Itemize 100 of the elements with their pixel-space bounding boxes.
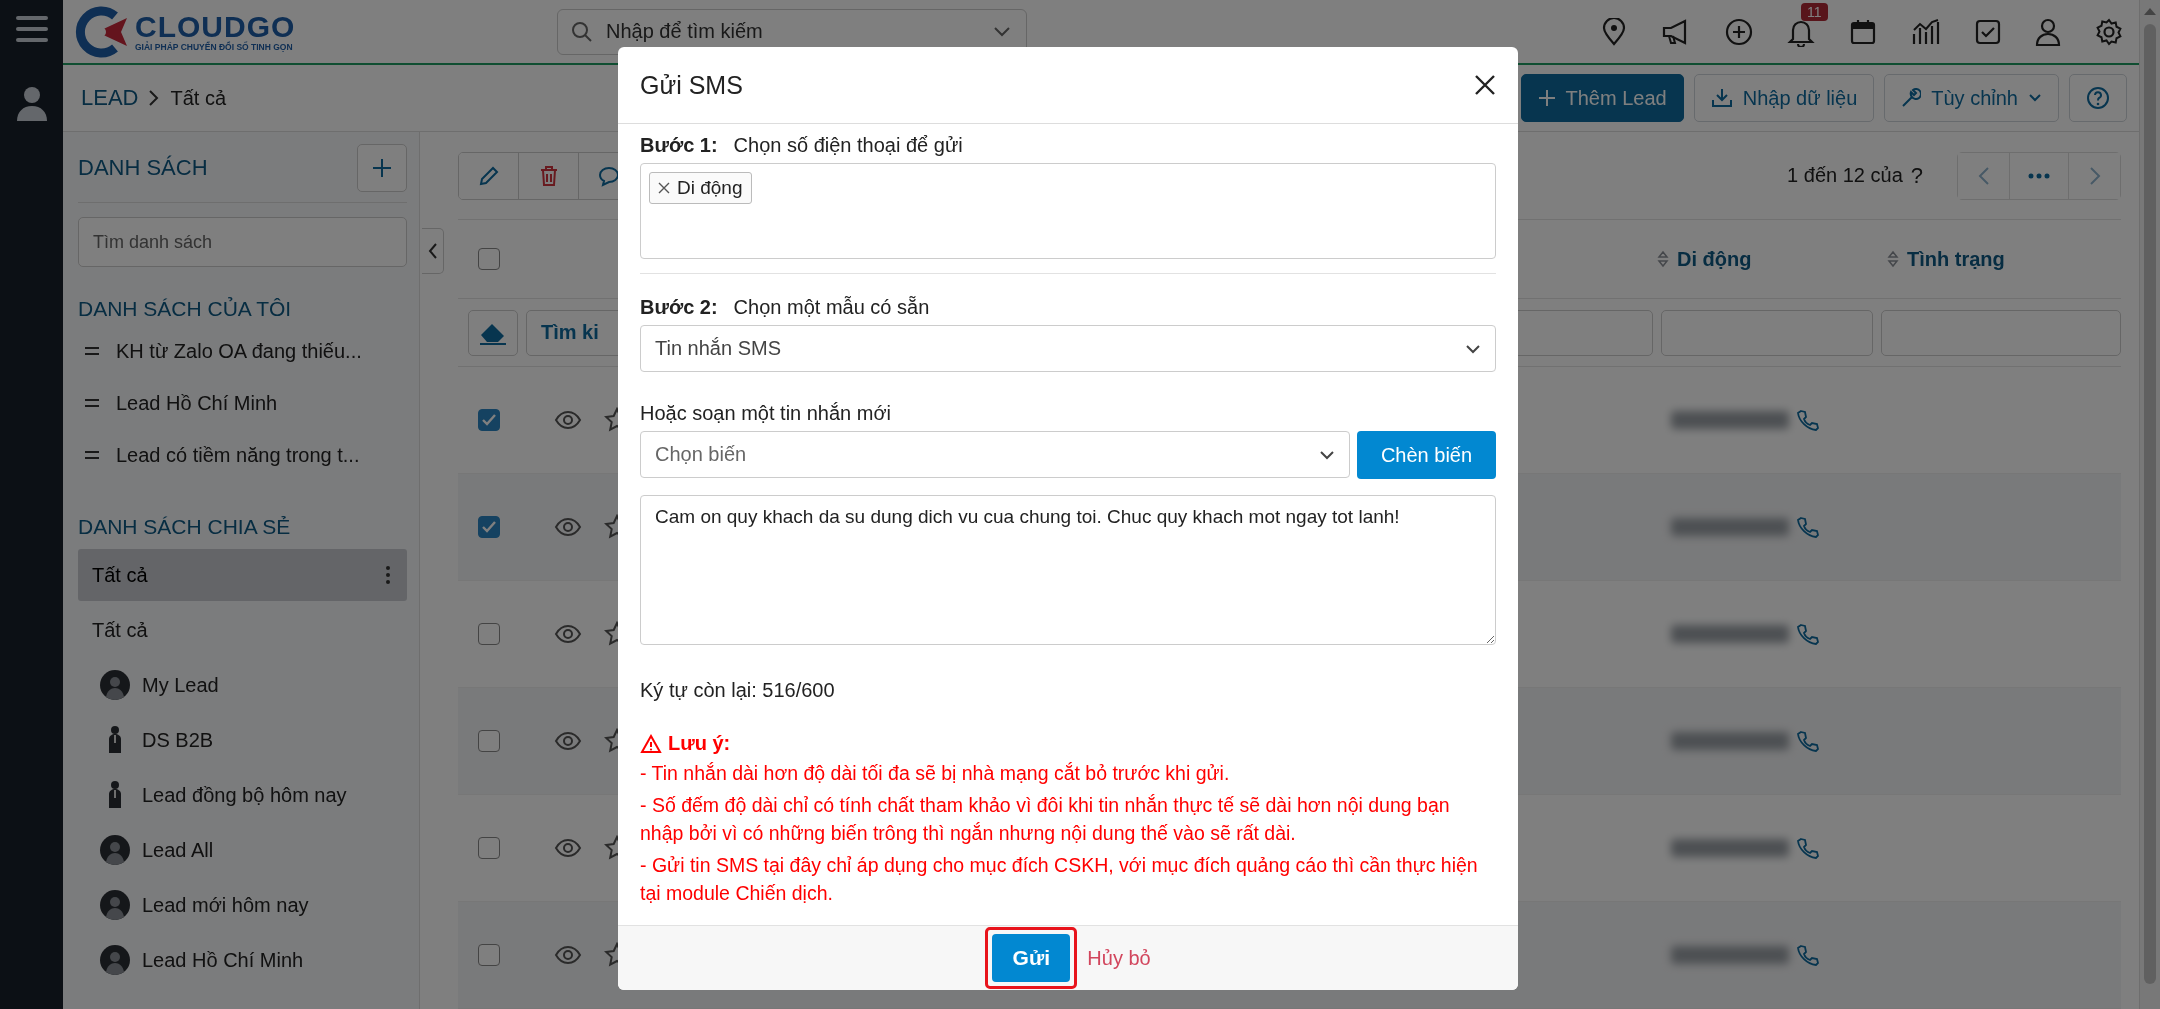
message-field[interactable]: Cam on quy khach da su dung dich vu cua chung toi. Chuc quy khach mot ngay tot lanh!	[640, 495, 1496, 645]
breadcrumb-link[interactable]: LEAD	[81, 85, 139, 111]
download-icon	[1710, 88, 1733, 108]
list-item[interactable]: Lead Hồ Chí Minh	[78, 934, 407, 986]
column-header[interactable]: Di động	[1677, 247, 1752, 271]
help-mark[interactable]: ?	[1910, 162, 1923, 189]
user-icon[interactable]	[2035, 17, 2061, 46]
phone-icon[interactable]	[1797, 623, 1819, 645]
view-icon[interactable]	[554, 410, 582, 430]
section-heading: DANH SÁCH CỦA TÔI	[78, 297, 293, 321]
avatar-icon	[100, 890, 130, 920]
phone-icon[interactable]	[1797, 516, 1819, 538]
list-item[interactable]: Lead có tiềm năng trong t...	[116, 443, 360, 467]
sidebar-title: DANH SÁCH	[78, 155, 208, 181]
notice-text: - Gửi tin SMS tại đây chỉ áp dụng cho mục đích CSKH, với mục đích quảng cáo thì cần thực hiện tại module Chiến dịch.	[640, 853, 1479, 906]
notice-text: - Số đếm độ dài chỉ có tính chất tham khảo vì đôi khi tin nhắn thực tế sẽ dài hơn nội dung bạn nhập bởi vì có những biến trông thì ngắn nhưng nội dung thế vào sẽ rất dài.	[640, 793, 1451, 846]
scroll-up-icon[interactable]	[2143, 6, 2157, 16]
checkbox-icon[interactable]	[1975, 18, 2001, 45]
template-select[interactable]: Tin nhắn SMS	[640, 325, 1496, 372]
list-item[interactable]: Lead All	[78, 824, 407, 876]
help-icon	[2086, 86, 2110, 110]
list-search-field[interactable]: Tìm danh sách	[78, 217, 407, 267]
view-icon[interactable]	[554, 838, 582, 858]
list-item[interactable]: DS B2B	[78, 714, 407, 766]
wrench-icon	[1901, 88, 1922, 108]
view-icon[interactable]	[554, 731, 582, 751]
row-checkbox[interactable]	[478, 623, 500, 645]
view-icon[interactable]	[554, 517, 582, 537]
select-all-checkbox[interactable]	[478, 248, 500, 271]
pencil-icon	[477, 164, 500, 187]
list-item[interactable]: My Lead	[78, 659, 407, 711]
add-lead-button[interactable]: Thêm Lead	[1520, 74, 1684, 122]
phone-tag[interactable]: Di động	[649, 172, 752, 204]
filter-field[interactable]	[1881, 309, 2121, 356]
list-item[interactable]: KH từ Zalo OA đang thiếu...	[116, 339, 362, 363]
add-circle-icon[interactable]	[1725, 17, 1753, 46]
phone-select-field[interactable]: Di động	[640, 163, 1496, 259]
remove-icon[interactable]	[658, 182, 670, 194]
close-icon[interactable]	[1474, 74, 1496, 96]
settings-icon[interactable]	[2095, 17, 2123, 46]
chevron-down-icon	[2028, 93, 2042, 103]
page-range: 1 đến 12 của	[1787, 164, 1903, 188]
chart-icon[interactable]	[1911, 17, 1941, 46]
more-options-icon[interactable]	[385, 565, 391, 585]
map-pin-icon[interactable]	[1601, 17, 1627, 46]
row-checkbox[interactable]	[478, 516, 500, 538]
sort-icon[interactable]	[1657, 249, 1669, 270]
edit-button[interactable]	[459, 152, 519, 199]
cancel-link[interactable]: Hủy bỏ	[1087, 946, 1151, 970]
character-counter: Ký tự còn lại: 516/600	[640, 679, 836, 702]
logo-tagline: GIẢI PHÁP CHUYỂN ĐỔI SỐ TINH GỌN	[135, 41, 294, 52]
phone-icon[interactable]	[1797, 837, 1819, 859]
list-item[interactable]: Lead đồng bộ hôm nay	[78, 769, 407, 821]
calendar-icon[interactable]	[1849, 17, 1877, 46]
drag-handle-icon[interactable]	[84, 346, 100, 356]
sort-icon[interactable]	[1887, 249, 1899, 270]
phone-icon[interactable]	[1797, 944, 1819, 966]
phone-icon[interactable]	[1797, 409, 1819, 431]
customize-button[interactable]: Tùy chỉnh	[1884, 74, 2059, 122]
view-icon[interactable]	[554, 624, 582, 644]
avatar-icon	[100, 835, 130, 865]
send-button[interactable]: Gửi	[992, 934, 1071, 982]
chevron-down-icon	[993, 25, 1011, 38]
breadcrumb-current: Tất cả	[170, 86, 227, 110]
row-checkbox[interactable]	[478, 409, 500, 431]
list-item[interactable]: Tất cả	[78, 549, 407, 601]
column-header[interactable]: Tình trạng	[1907, 247, 2005, 271]
insert-variable-button[interactable]: Chèn biến	[1357, 431, 1496, 479]
speech-bubble-icon	[597, 164, 620, 187]
row-checkbox[interactable]	[478, 730, 500, 752]
scrollbar[interactable]	[2139, 0, 2160, 1009]
notification-badge: 11	[1801, 2, 1828, 21]
plus-icon	[1537, 89, 1556, 107]
chevron-down-icon	[1319, 449, 1335, 460]
clear-filter-button[interactable]	[468, 309, 518, 356]
step-label: Bước 1:	[640, 134, 718, 157]
checkmark-icon	[481, 520, 497, 534]
user-icon[interactable]	[15, 86, 48, 122]
import-button[interactable]: Nhập dữ liệu	[1693, 74, 1875, 122]
phone-icon[interactable]	[1797, 730, 1819, 752]
notice-text: - Tin nhắn dài hơn độ dài tối đa sẽ bị nhà mạng cắt bỏ trước khi gửi.	[640, 761, 1231, 786]
variable-select[interactable]: Chọn biến	[640, 431, 1350, 478]
list-item[interactable]: Lead Hồ Chí Minh	[116, 391, 278, 415]
view-icon[interactable]	[554, 945, 582, 965]
add-list-button[interactable]	[357, 144, 407, 192]
drag-handle-icon[interactable]	[84, 398, 100, 408]
row-checkbox[interactable]	[478, 944, 500, 966]
compose-label: Hoặc soạn một tin nhắn mới	[640, 402, 892, 425]
list-item[interactable]: Lead mới hôm nay	[78, 879, 407, 931]
row-checkbox[interactable]	[478, 837, 500, 859]
filter-field[interactable]	[1661, 309, 1873, 356]
collapse-sidebar-button[interactable]	[422, 228, 444, 274]
logo-wordmark: CLOUDGO	[135, 11, 296, 42]
list-item[interactable]: Tất cả	[78, 604, 407, 656]
drag-handle-icon[interactable]	[84, 450, 100, 460]
section-heading: DANH SÁCH CHIA SẺ	[78, 515, 292, 539]
avatar-icon	[100, 945, 130, 975]
menu-icon[interactable]	[13, 14, 50, 44]
chevron-down-icon	[1465, 343, 1481, 354]
help-button[interactable]	[2069, 74, 2127, 122]
